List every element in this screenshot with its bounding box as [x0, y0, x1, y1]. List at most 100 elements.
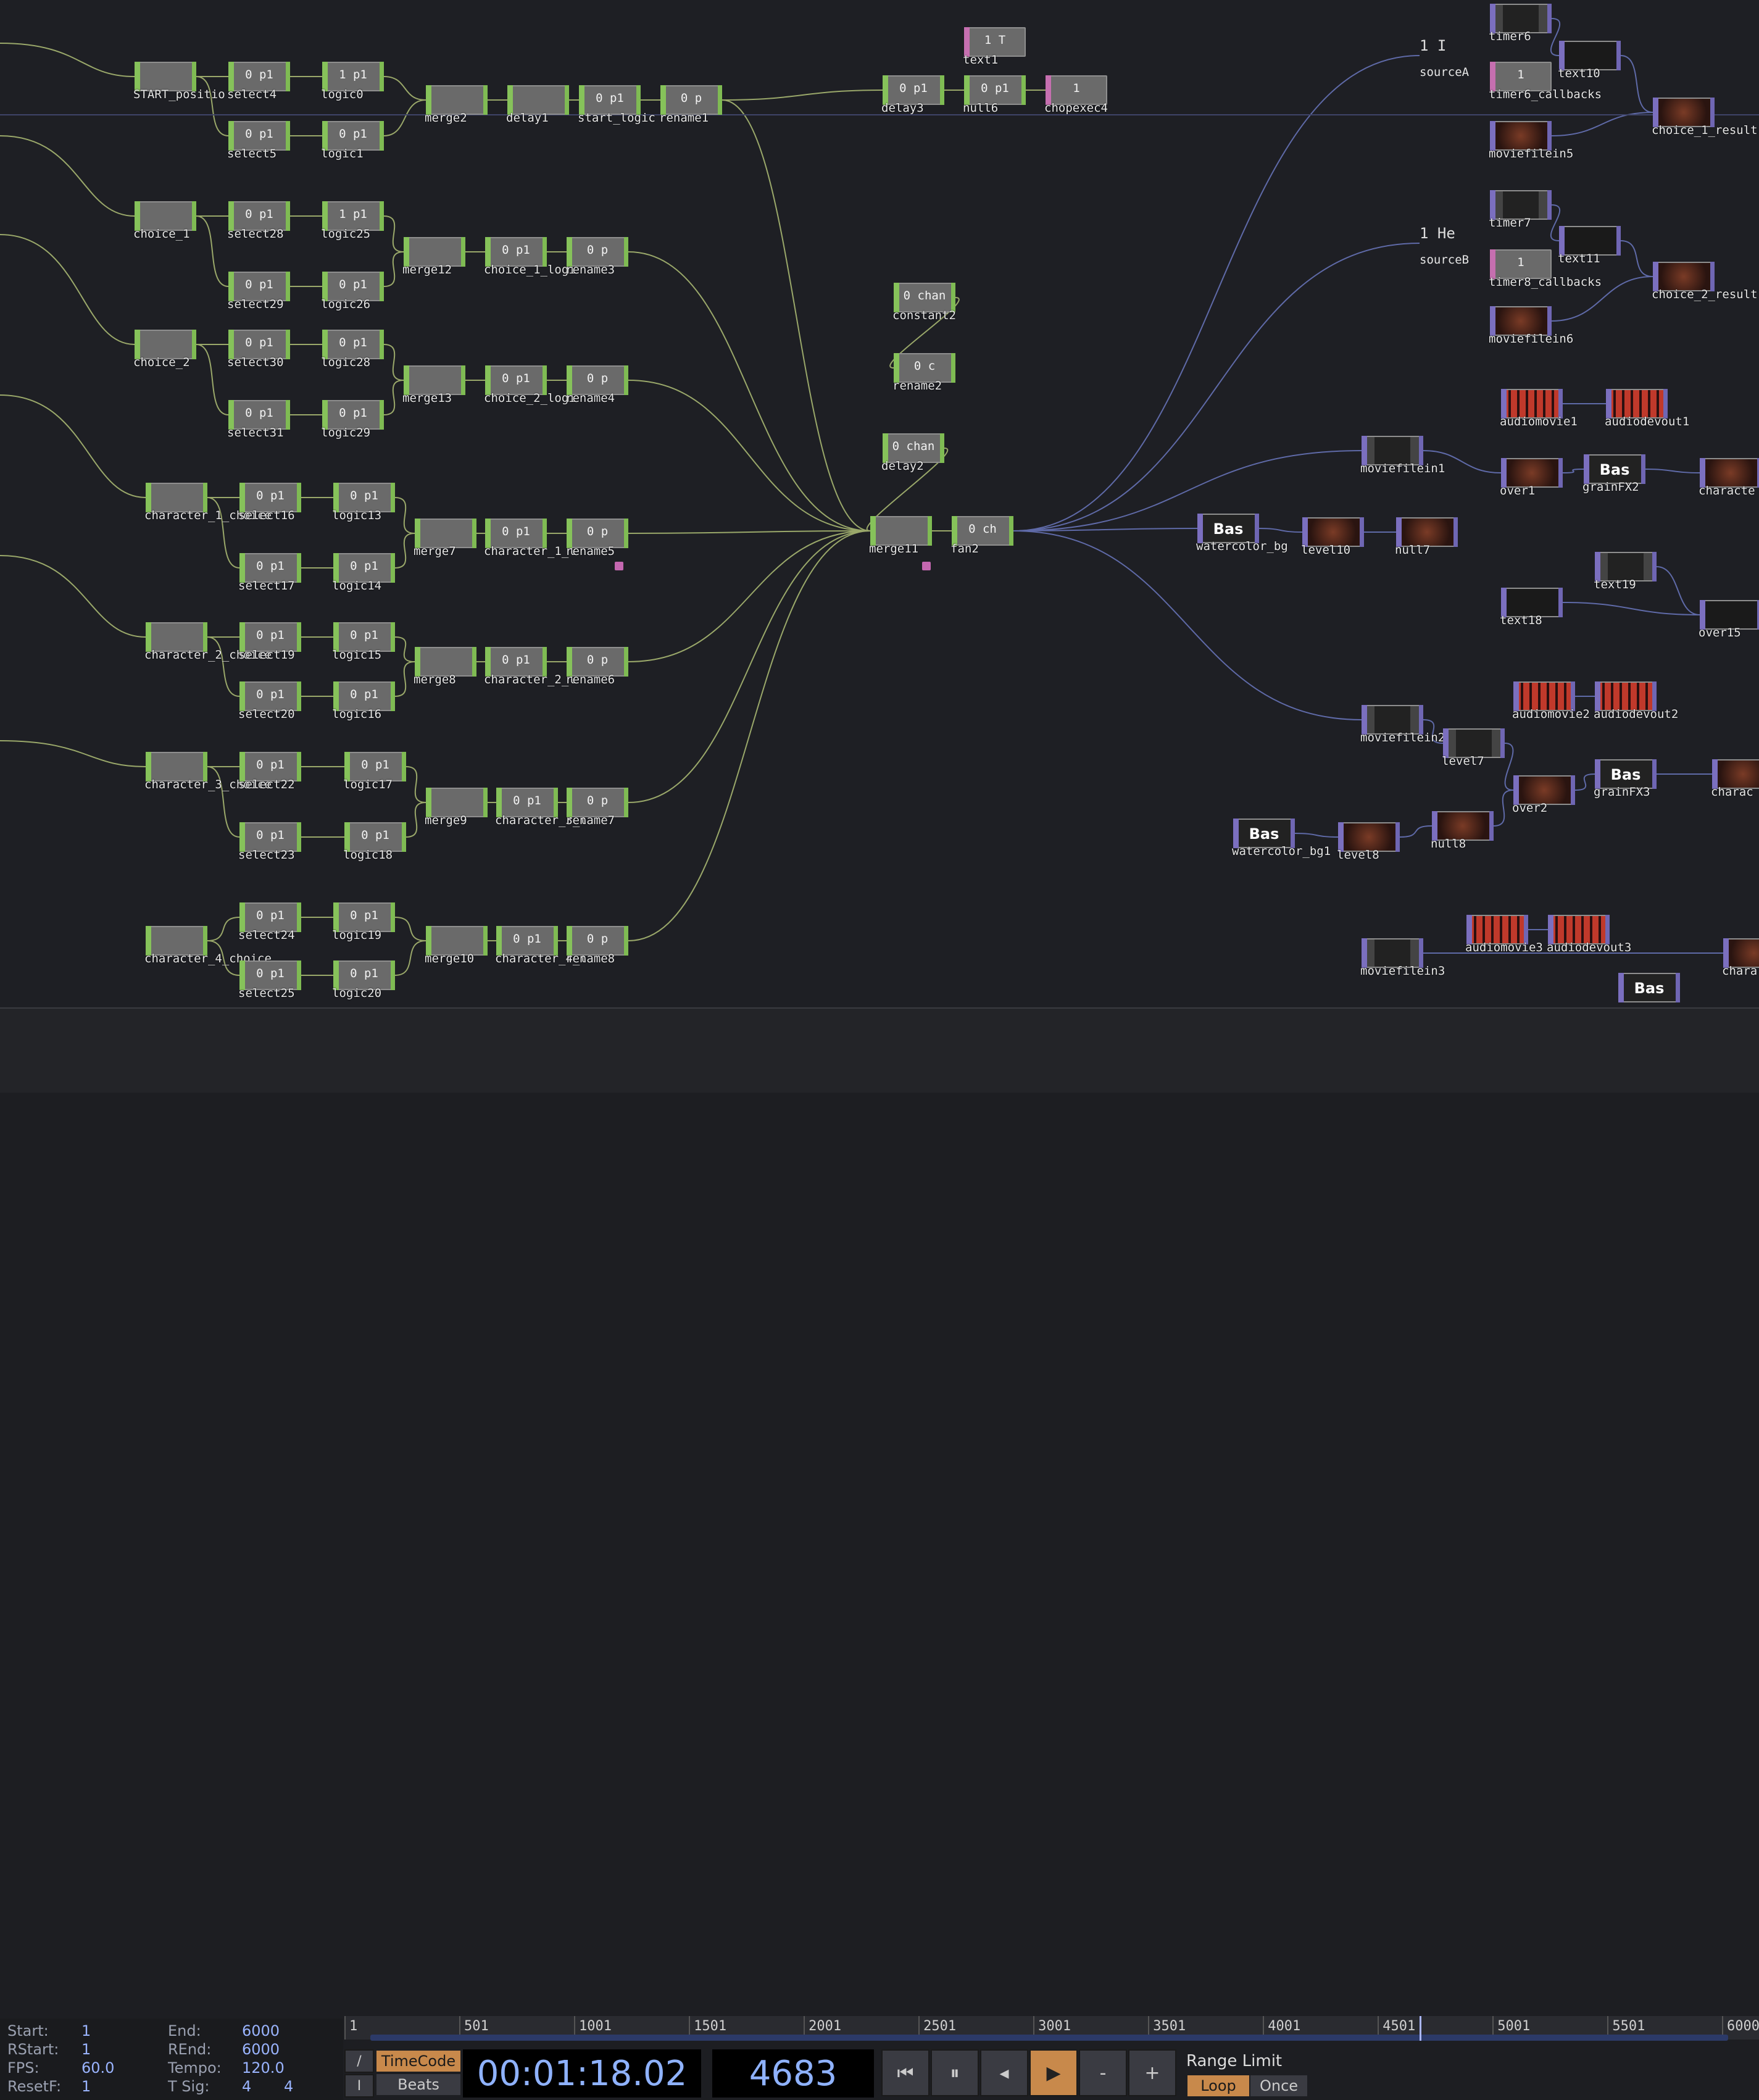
timecode-mode-button[interactable]: TimeCode [376, 2051, 460, 2072]
node-logic26[interactable]: 0 p1 logic26 [321, 272, 384, 311]
node-body[interactable] [1559, 226, 1621, 256]
node-select5[interactable]: 0 p1 select5 [227, 121, 290, 160]
node-body[interactable]: 0 p1 [333, 960, 395, 990]
node-text19[interactable]: text19 [1594, 552, 1657, 591]
node-logic29[interactable]: 0 p1 logic29 [321, 400, 384, 440]
node-rename5[interactable]: 0 p rename5 [565, 519, 628, 558]
node-body[interactable] [426, 788, 488, 817]
node-logic14[interactable]: 0 p1 logic14 [332, 553, 395, 593]
node-character_4_choice[interactable]: character_4_choice [144, 926, 272, 965]
node-body[interactable] [426, 926, 488, 956]
node-body[interactable] [1338, 822, 1400, 852]
node-body[interactable] [1653, 262, 1715, 291]
node-select22[interactable]: 0 p1 select22 [238, 752, 301, 791]
node-body[interactable] [146, 926, 207, 956]
node-body[interactable] [426, 85, 488, 115]
node-body[interactable] [1432, 811, 1494, 841]
node-logic19[interactable]: 0 p1 logic19 [332, 902, 395, 942]
node-body[interactable]: 1 [1490, 249, 1552, 279]
node-grainFX2[interactable]: Bas grainFX2 [1582, 454, 1645, 494]
node-body[interactable]: 0 p1 [333, 553, 395, 583]
node-body[interactable]: 0 p1 [485, 237, 547, 267]
node-body[interactable]: 0 p1 [322, 272, 384, 301]
fps-value[interactable]: 60.0 [81, 2059, 114, 2077]
node-body[interactable]: 0 p1 [496, 926, 558, 956]
node-body[interactable] [135, 330, 196, 359]
node-body[interactable]: 0 p1 [344, 752, 406, 781]
node-merge10[interactable]: merge10 [425, 926, 488, 965]
node-body[interactable] [146, 752, 207, 781]
tsig-denominator[interactable]: 4 [284, 2078, 293, 2095]
node-select31[interactable]: 0 p1 select31 [227, 400, 290, 440]
node-body[interactable] [1490, 4, 1552, 33]
node-body[interactable]: 0 p [660, 85, 722, 115]
node-timer6[interactable]: timer6 [1489, 4, 1552, 43]
node-body[interactable]: Bas [1233, 819, 1295, 848]
node-level10[interactable]: level10 [1301, 517, 1364, 557]
node-body[interactable]: 0 chan [883, 433, 944, 463]
node-rename8[interactable]: 0 p rename8 [565, 926, 628, 965]
once-button[interactable]: Once [1250, 2075, 1307, 2096]
node-body[interactable] [1466, 915, 1528, 944]
node-chopexec4[interactable]: 1 chopexec4 [1044, 75, 1108, 115]
node-choice_2[interactable]: choice_2 [133, 330, 196, 369]
node-logic1[interactable]: 0 p1 logic1 [321, 121, 384, 160]
node-body[interactable]: 0 p1 [228, 62, 290, 91]
node-moviefilein3[interactable]: moviefilein3 [1360, 938, 1445, 978]
node-body[interactable]: 0 p [567, 926, 628, 956]
i-toggle[interactable]: I [344, 2074, 374, 2098]
node-text11[interactable]: text11 [1558, 226, 1621, 265]
node-rename3[interactable]: 0 p rename3 [565, 237, 628, 277]
node-over15[interactable]: over15 [1699, 600, 1759, 640]
node-body[interactable] [1595, 552, 1657, 581]
node-select24[interactable]: 0 p1 select24 [238, 902, 301, 942]
tempo-value[interactable]: 120.0 [242, 2059, 285, 2077]
node-body[interactable] [870, 516, 932, 546]
go-to-start-button[interactable]: ⏮ [881, 2049, 929, 2096]
node-moviefilein2[interactable]: moviefilein2 [1360, 705, 1445, 744]
node-over2[interactable]: over2 [1512, 775, 1575, 815]
node-body[interactable]: Bas [1595, 759, 1657, 789]
node-body[interactable] [507, 85, 569, 115]
increment-button[interactable]: + [1128, 2049, 1176, 2096]
node-body[interactable]: 0 p1 [239, 622, 301, 652]
node-body[interactable] [1653, 98, 1715, 127]
node-choice_2_result[interactable]: choice_2_result [1652, 262, 1758, 301]
node-select25[interactable]: 0 p1 select25 [238, 960, 301, 1000]
node-merge2[interactable]: merge2 [425, 85, 488, 125]
node-timer7[interactable]: timer7 [1489, 190, 1552, 230]
play-button[interactable]: ▶ [1029, 2049, 1078, 2096]
playhead[interactable] [1419, 2016, 1421, 2041]
timeline-range-bar[interactable] [370, 2035, 1728, 2041]
node-body[interactable]: 0 p1 [239, 483, 301, 512]
node-select20[interactable]: 0 p1 select20 [238, 681, 301, 721]
node-select17[interactable]: 0 p1 select17 [238, 553, 301, 593]
node-select16[interactable]: 0 p1 select16 [238, 483, 301, 522]
node-character_1_choice[interactable]: character_1_choice [144, 483, 272, 522]
node-body[interactable]: 0 p1 [964, 75, 1026, 105]
node-character_2_logic[interactable]: 0 p1 character_2_l [484, 647, 576, 686]
node-character_3_logic[interactable]: 0 p1 character_3_l [495, 788, 587, 827]
node-body[interactable]: 0 p1 [228, 400, 290, 430]
node-body[interactable]: 0 p [567, 365, 628, 395]
node-body[interactable]: 0 p1 [883, 75, 944, 105]
node-body[interactable] [146, 622, 207, 652]
timecode-display[interactable]: 00:01:18.02 [463, 2049, 701, 2098]
node-body[interactable]: 0 p1 [485, 647, 547, 677]
node-body[interactable]: 0 p1 [239, 822, 301, 852]
node-body[interactable]: 0 p1 [333, 622, 395, 652]
node-body[interactable] [135, 201, 196, 231]
node-timer8_callbacks[interactable]: 1 timer8_callbacks [1489, 249, 1602, 289]
tsig-numerator[interactable]: 4 [242, 2078, 251, 2095]
node-rename6[interactable]: 0 p rename6 [565, 647, 628, 686]
node-body[interactable]: 0 chan [894, 283, 955, 312]
node-body[interactable]: Bas [1584, 454, 1645, 484]
node-body[interactable]: 0 p1 [228, 330, 290, 359]
node-merge7[interactable]: merge7 [414, 519, 476, 558]
node-body[interactable]: 0 p1 [496, 788, 558, 817]
node-select19[interactable]: 0 p1 select19 [238, 622, 301, 662]
node-logic17[interactable]: 0 p1 logic17 [343, 752, 406, 791]
node-body[interactable]: 0 p [567, 647, 628, 677]
node-select29[interactable]: 0 p1 select29 [227, 272, 290, 311]
node-rename7[interactable]: 0 p rename7 [565, 788, 628, 827]
